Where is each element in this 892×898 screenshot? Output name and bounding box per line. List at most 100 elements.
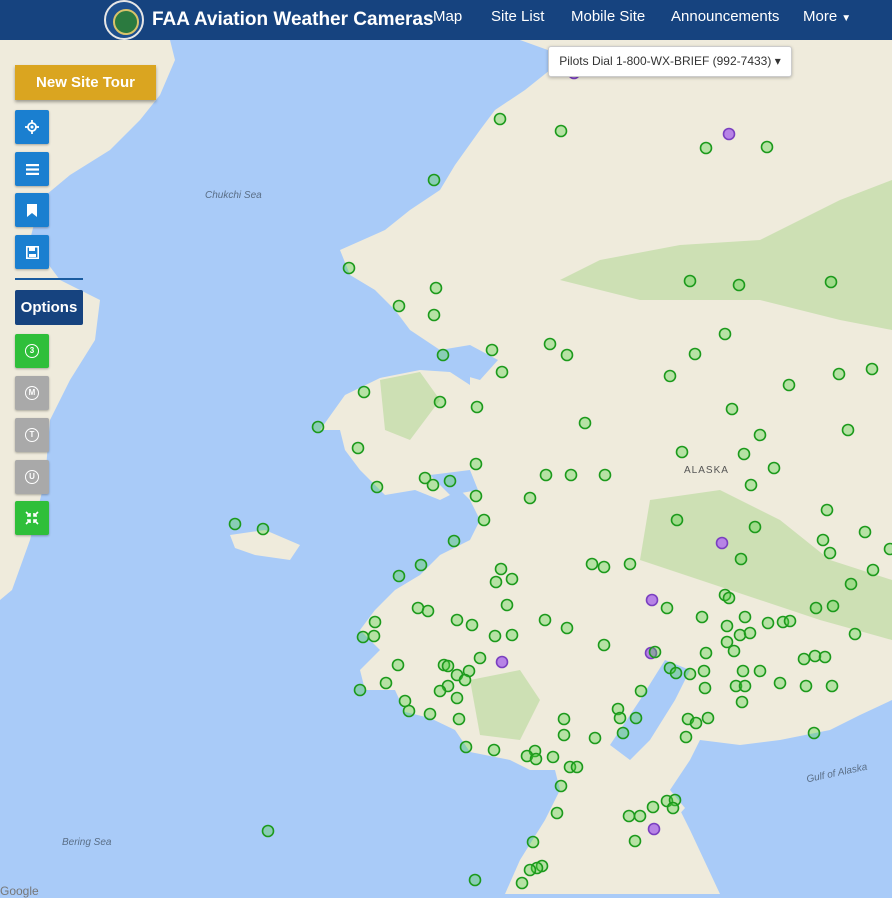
camera-site-marker[interactable] — [868, 565, 879, 576]
camera-site-marker[interactable] — [685, 669, 696, 680]
nav-map[interactable]: Map — [433, 0, 462, 34]
camera-site-marker[interactable] — [423, 606, 434, 617]
camera-site-marker[interactable] — [566, 470, 577, 481]
camera-site-marker[interactable] — [556, 126, 567, 137]
camera-site-marker[interactable] — [496, 564, 507, 575]
camera-site-marker[interactable] — [697, 612, 708, 623]
nav-site-list[interactable]: Site List — [491, 0, 544, 34]
camera-site-marker[interactable] — [703, 713, 714, 724]
camera-site-marker[interactable] — [691, 718, 702, 729]
camera-site-marker[interactable] — [784, 380, 795, 391]
camera-site-marker[interactable] — [552, 808, 563, 819]
camera-site-marker[interactable] — [454, 714, 465, 725]
camera-site-marker[interactable] — [668, 803, 679, 814]
camera-site-marker[interactable] — [818, 535, 829, 546]
camera-site-marker[interactable] — [404, 706, 415, 717]
camera-site-marker[interactable] — [885, 544, 892, 555]
camera-site-marker[interactable] — [548, 752, 559, 763]
camera-site-marker[interactable] — [471, 491, 482, 502]
camera-site-marker[interactable] — [416, 560, 427, 571]
collapse-button[interactable] — [15, 501, 49, 535]
camera-site-marker[interactable] — [625, 559, 636, 570]
camera-site-marker[interactable] — [762, 142, 773, 153]
brand[interactable]: FAA Aviation Weather Cameras — [104, 0, 434, 40]
camera-site-marker[interactable] — [587, 559, 598, 570]
camera-site-marker[interactable] — [729, 646, 740, 657]
camera-site-marker[interactable] — [467, 620, 478, 631]
camera-site-marker[interactable] — [489, 745, 500, 756]
camera-site-marker[interactable] — [528, 837, 539, 848]
camera-site-marker[interactable] — [599, 562, 610, 573]
camera-site-marker[interactable] — [435, 397, 446, 408]
camera-site-marker[interactable] — [562, 623, 573, 634]
camera-site-marker[interactable] — [699, 666, 710, 677]
camera-site-marker[interactable] — [258, 524, 269, 535]
camera-site-marker[interactable] — [820, 652, 831, 663]
camera-site-marker[interactable] — [785, 616, 796, 627]
camera-site-marker[interactable] — [662, 603, 673, 614]
camera-site-marker[interactable] — [649, 824, 660, 835]
camera-site-marker[interactable] — [650, 647, 661, 658]
camera-site-marker[interactable] — [461, 742, 472, 753]
camera-site-marker[interactable] — [672, 515, 683, 526]
camera-site-marker[interactable] — [843, 425, 854, 436]
camera-site-marker[interactable] — [685, 276, 696, 287]
pilots-dial-dropdown[interactable]: Pilots Dial 1-800-WX-BRIEF (992-7433) ▾ — [548, 46, 792, 77]
camera-site-marker[interactable] — [517, 878, 528, 889]
camera-site-marker[interactable] — [490, 631, 501, 642]
camera-site-marker[interactable] — [355, 685, 366, 696]
camera-site-marker[interactable] — [472, 402, 483, 413]
new-site-tour-button[interactable]: New Site Tour — [15, 65, 156, 100]
camera-site-marker[interactable] — [846, 579, 857, 590]
camera-site-marker[interactable] — [429, 175, 440, 186]
camera-site-marker[interactable] — [425, 709, 436, 720]
camera-site-marker[interactable] — [636, 686, 647, 697]
camera-site-marker[interactable] — [630, 836, 641, 847]
camera-site-marker[interactable] — [827, 681, 838, 692]
camera-site-marker[interactable] — [428, 480, 439, 491]
filter-m-button[interactable]: M — [15, 376, 49, 410]
camera-site-marker[interactable] — [372, 482, 383, 493]
nav-more[interactable]: More▼ — [803, 0, 851, 34]
map-canvas[interactable] — [0, 40, 892, 894]
camera-site-marker[interactable] — [600, 470, 611, 481]
camera-site-marker[interactable] — [580, 418, 591, 429]
camera-site-marker[interactable] — [734, 280, 745, 291]
camera-site-marker[interactable] — [438, 350, 449, 361]
camera-site-marker[interactable] — [541, 470, 552, 481]
camera-site-marker[interactable] — [445, 476, 456, 487]
camera-site-marker[interactable] — [435, 686, 446, 697]
camera-site-marker[interactable] — [443, 661, 454, 672]
camera-site-marker[interactable] — [540, 615, 551, 626]
camera-site-marker[interactable] — [755, 666, 766, 677]
camera-site-marker[interactable] — [735, 630, 746, 641]
camera-site-marker[interactable] — [452, 615, 463, 626]
camera-site-marker[interactable] — [635, 811, 646, 822]
camera-site-marker[interactable] — [834, 369, 845, 380]
camera-site-marker[interactable] — [717, 538, 728, 549]
nav-announcements[interactable]: Announcements — [671, 0, 779, 34]
camera-site-marker[interactable] — [431, 283, 442, 294]
camera-site-marker[interactable] — [671, 668, 682, 679]
camera-site-marker[interactable] — [615, 713, 626, 724]
bookmark-button[interactable] — [15, 193, 49, 227]
camera-site-marker[interactable] — [562, 350, 573, 361]
camera-site-marker[interactable] — [369, 631, 380, 642]
camera-site-marker[interactable] — [263, 826, 274, 837]
camera-site-marker[interactable] — [648, 802, 659, 813]
camera-site-marker[interactable] — [495, 114, 506, 125]
camera-site-marker[interactable] — [449, 536, 460, 547]
camera-site-marker[interactable] — [737, 697, 748, 708]
locate-button[interactable] — [15, 110, 49, 144]
camera-site-marker[interactable] — [393, 660, 404, 671]
camera-site-marker[interactable] — [647, 595, 658, 606]
camera-site-marker[interactable] — [769, 463, 780, 474]
camera-site-marker[interactable] — [618, 728, 629, 739]
camera-site-marker[interactable] — [722, 621, 733, 632]
options-button[interactable]: Options — [15, 290, 83, 325]
camera-site-marker[interactable] — [460, 675, 471, 686]
camera-site-marker[interactable] — [545, 339, 556, 350]
filter-u-button[interactable]: U — [15, 460, 49, 494]
camera-site-marker[interactable] — [799, 654, 810, 665]
camera-site-marker[interactable] — [811, 603, 822, 614]
